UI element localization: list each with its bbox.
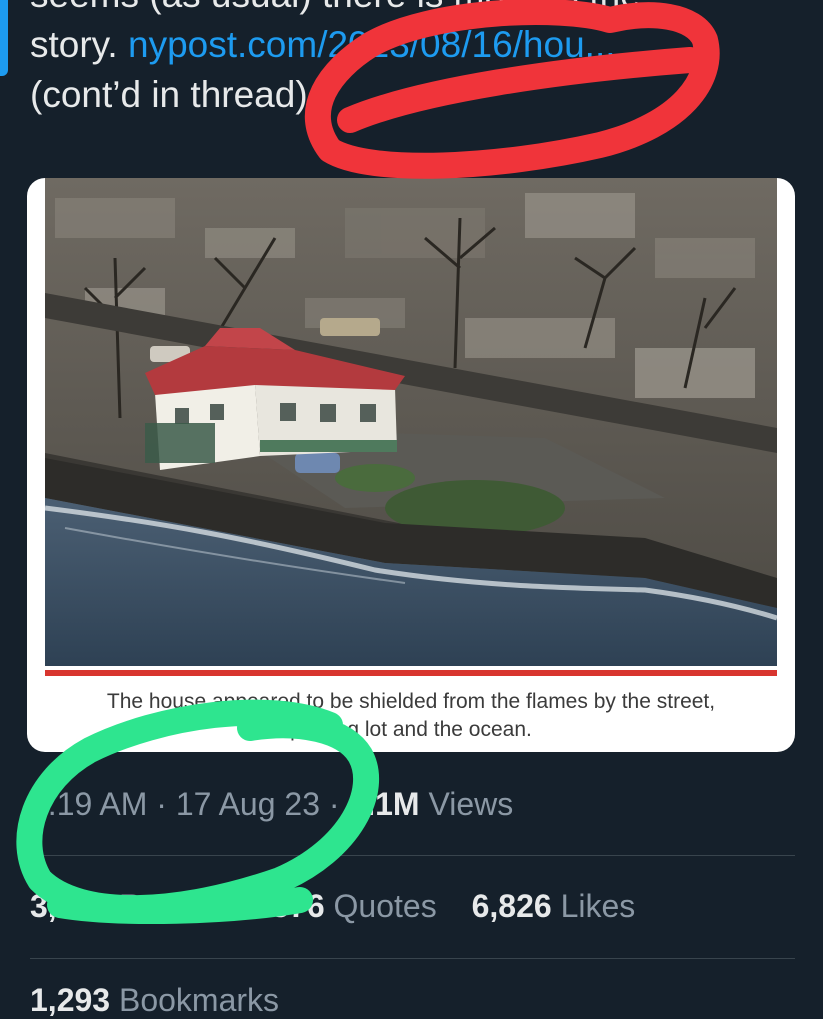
views-label: Views [428,786,514,822]
divider [30,855,795,856]
likes-count: 6,826 [471,888,552,924]
bookmarks-count: 1,293 [30,982,111,1018]
post-date[interactable]: 17 Aug 23 [176,786,320,822]
likes-label: Likes [560,888,636,924]
photo-caption: The house appeared to be shielded from t… [45,688,777,744]
photo-illustration [45,178,777,666]
caption-line-1: The house appeared to be shielded from t… [106,690,716,713]
bookmarks-label: Bookmarks [118,982,280,1018]
divider [30,958,795,959]
reposts-label: Reposts [118,888,237,924]
article-link[interactable]: nypost.com/2023/08/16/hou... [128,24,616,65]
tweet-text: seems (as usual) there is more to the st… [30,0,810,120]
timestamp-row: 3:19 AM · 17 Aug 23 · 1.1M Views [30,786,513,823]
tweet-line-1: seems (as usual) there is more to the [30,0,810,20]
reposts-stat[interactable]: 3,101 Reposts [30,888,236,924]
engagement-stats: 3,101 Reposts 376 Quotes 6,826 Likes [30,888,661,925]
separator: · [328,786,340,822]
aerial-photo-house[interactable] [45,178,777,666]
caption-line-2: parking lot and the ocean. [290,718,532,741]
post-time[interactable]: 3:19 AM [30,786,147,822]
tweet-line-2: story. nypost.com/2023/08/16/hou... [30,20,810,70]
media-card[interactable]: The house appeared to be shielded from t… [27,178,795,752]
reposts-count: 3,101 [30,888,111,924]
thread-accent-bar [0,0,8,76]
likes-stat[interactable]: 6,826 Likes [472,888,636,924]
bookmarks-stat[interactable]: 1,293 Bookmarks [30,982,279,1019]
tweet-line-3: (cont’d in thread) [30,74,308,115]
quotes-label: Quotes [333,888,437,924]
quotes-stat[interactable]: 376 Quotes [271,888,436,924]
tweet-line-2-text: story. [30,24,128,65]
caption-divider [45,670,777,676]
separator: · [156,786,167,822]
views-count: 1.1M [348,786,420,822]
quotes-count: 376 [271,888,325,924]
